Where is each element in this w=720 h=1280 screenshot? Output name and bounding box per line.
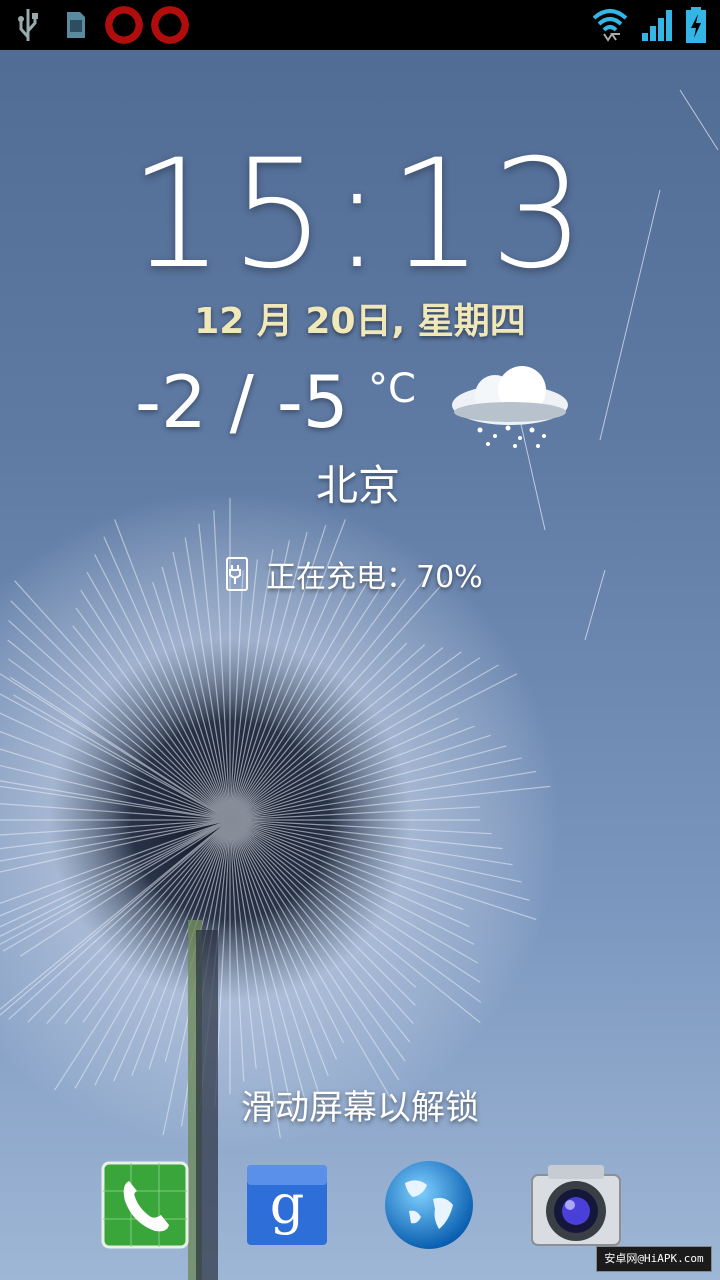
google-icon: g: [243, 1161, 331, 1253]
watermark: 安卓网@HiAPK.com: [596, 1246, 712, 1272]
opera-icon: [104, 5, 144, 45]
charging-text: 正在充电：70%: [266, 560, 483, 595]
wifi-icon: [590, 6, 630, 44]
camera-icon: [528, 1161, 624, 1253]
sd-card-icon: [64, 6, 88, 44]
battery-plug-icon: [226, 557, 248, 591]
svg-text:g: g: [270, 1173, 305, 1236]
lock-date: 12 月 20日, 星期四: [194, 301, 526, 342]
temperature-unit: °C: [368, 366, 416, 412]
status-bar[interactable]: [0, 0, 720, 50]
unlock-hint[interactable]: 滑动屏幕以解锁: [0, 1080, 720, 1129]
lock-clock: 15:13: [128, 128, 592, 302]
weather-city: 北京: [316, 461, 401, 510]
camera-shortcut[interactable]: [528, 1162, 624, 1252]
globe-icon: [383, 1159, 475, 1255]
phone-shortcut[interactable]: [100, 1161, 190, 1253]
snow-cloud-icon: [440, 360, 575, 450]
temperature-range: -2 / -5: [135, 360, 349, 444]
signal-icon: [640, 6, 676, 44]
battery-charging-icon: [684, 6, 708, 44]
charging-status: 正在充电：70%: [226, 552, 483, 596]
google-shortcut[interactable]: g: [242, 1162, 332, 1252]
opera-icon: [150, 5, 190, 45]
usb-icon: [14, 6, 42, 44]
browser-shortcut[interactable]: [383, 1159, 475, 1255]
phone-icon: [101, 1161, 189, 1253]
